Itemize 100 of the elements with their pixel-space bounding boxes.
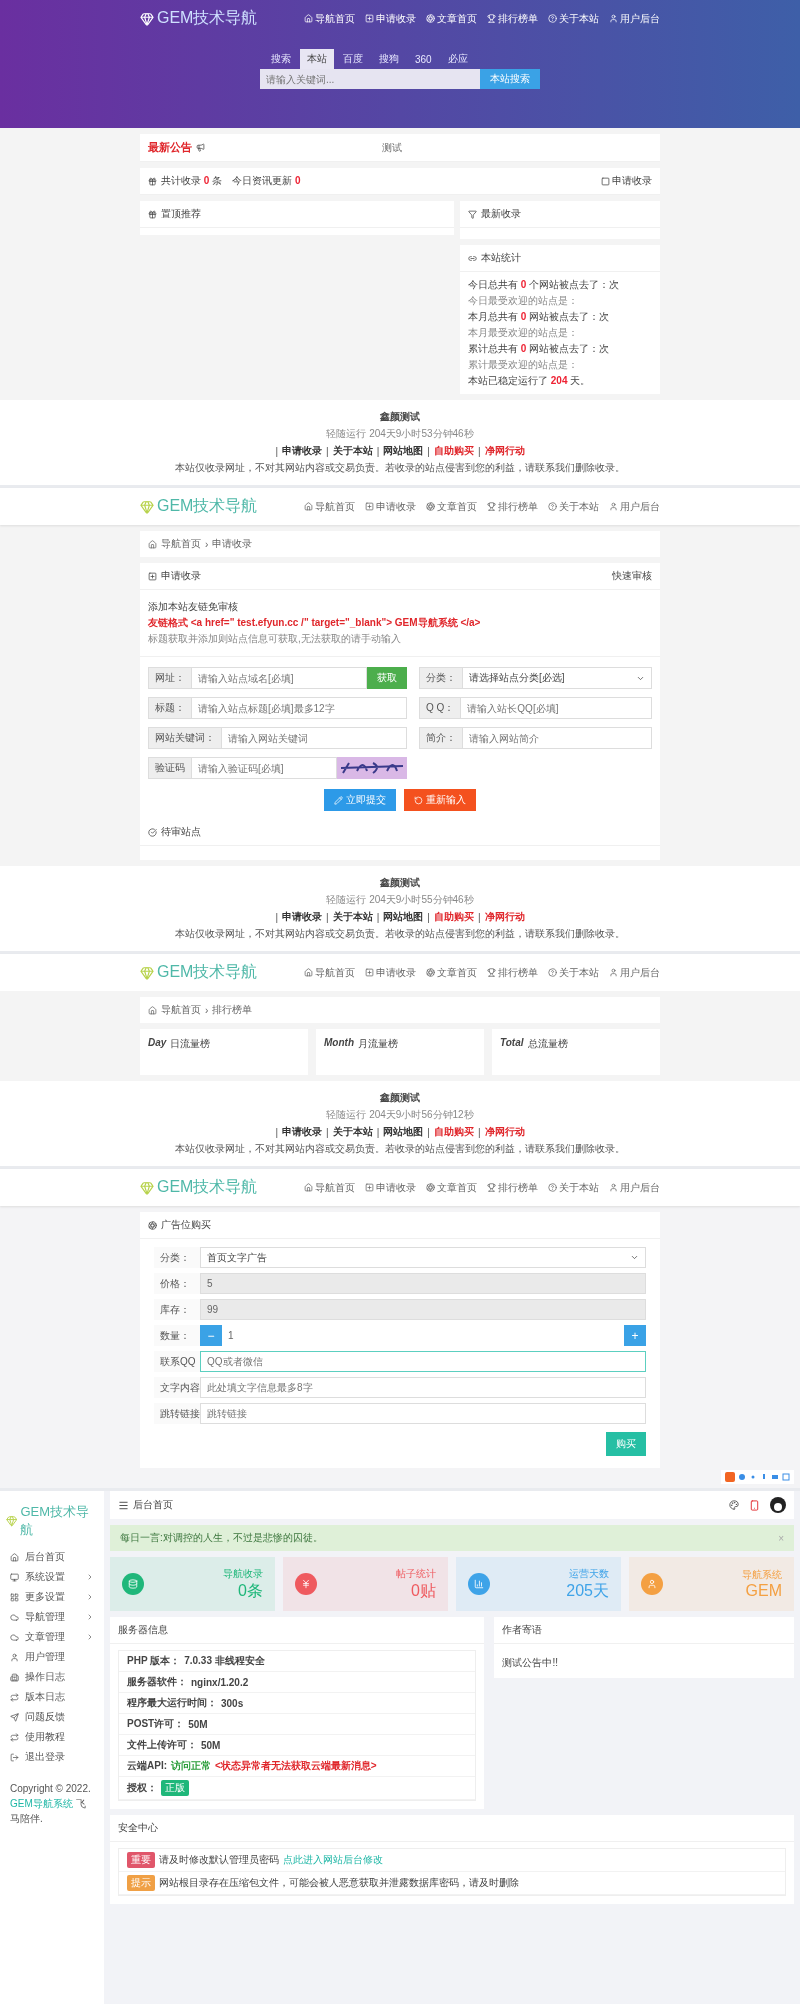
nav-link[interactable]: 关于本站 xyxy=(548,11,599,26)
megaphone-icon xyxy=(196,143,205,152)
footer-link[interactable]: 自助购买 xyxy=(433,1125,474,1139)
input-field[interactable]: 请输入站点域名[必填] xyxy=(191,667,367,689)
footer-link[interactable]: 网站地图 xyxy=(383,910,424,924)
separator-text: | xyxy=(376,1126,380,1138)
search-field[interactable]: 请输入关键词... xyxy=(260,69,480,89)
nav-link[interactable]: 导航首页 xyxy=(304,499,355,514)
breadcrumb-item[interactable]: 导航首页 xyxy=(161,1003,201,1017)
search-tab[interactable]: 搜索 xyxy=(264,49,298,69)
nav-link[interactable]: 文章首页 xyxy=(426,965,477,980)
search-tab[interactable]: 360 xyxy=(408,49,439,69)
nav-link[interactable]: 关于本站 xyxy=(548,965,599,980)
aperture-icon xyxy=(426,502,435,511)
disclaimer-text: 本站仅收录网址，不对其网站内容或交易负责。若收录的站点侵害到您的利益，请联系我们删除收录。 xyxy=(175,1142,625,1156)
site-logo: GEM技术导航 xyxy=(20,1503,91,1539)
footer-link[interactable]: 申请收录 xyxy=(282,444,323,458)
search-tab[interactable]: 本站 xyxy=(300,49,334,69)
footer-link[interactable]: 网站地图 xyxy=(383,1125,424,1139)
sidebar-item[interactable]: 更多设置 xyxy=(0,1587,104,1607)
nav-link[interactable]: 文章首页 xyxy=(426,1180,477,1195)
nav-link[interactable]: 导航首页 xyxy=(304,1180,355,1195)
uptime-text: 轻随运行 204天9小时56分钟12秒 xyxy=(326,1108,474,1122)
footer-link[interactable]: 净网行动 xyxy=(484,444,525,458)
nav-link[interactable]: 用户后台 xyxy=(609,499,660,514)
footer-link[interactable]: 自助购买 xyxy=(433,444,474,458)
footer-link[interactable]: 关于本站 xyxy=(332,1125,373,1139)
sidebar-item[interactable]: 用户管理 xyxy=(0,1647,104,1667)
nav-link[interactable]: 文章首页 xyxy=(426,499,477,514)
square-plus-icon xyxy=(365,14,374,23)
nav-link[interactable]: 导航首页 xyxy=(304,965,355,980)
footer-link[interactable]: 净网行动 xyxy=(484,1125,525,1139)
input-field[interactable]: QQ或者微信 xyxy=(200,1351,646,1372)
site-logo: GEM技术导航 xyxy=(157,1177,258,1197)
nav-link[interactable]: 排行榜单 xyxy=(487,11,538,26)
nav-link[interactable]: 导航首页 xyxy=(304,11,355,26)
input-field[interactable]: 请输入网站简介 xyxy=(462,727,652,749)
nav-link[interactable]: 用户后台 xyxy=(609,1180,660,1195)
input-field[interactable]: 跳转链接 xyxy=(200,1403,646,1424)
board-tag: Total xyxy=(500,1037,524,1067)
sidebar-item[interactable]: 操作日志 xyxy=(0,1667,104,1687)
select-field[interactable]: 首页文字广告 xyxy=(200,1247,646,1268)
readonly-field[interactable]: 99 xyxy=(200,1299,646,1320)
nav-link[interactable]: 文章首页 xyxy=(426,11,477,26)
footer-link[interactable]: 申请收录 xyxy=(282,910,323,924)
nav-link[interactable]: 申请收录 xyxy=(365,499,416,514)
footer-link[interactable]: 自助购买 xyxy=(433,910,474,924)
footer-link[interactable]: 关于本站 xyxy=(332,444,373,458)
help-icon xyxy=(548,1183,557,1192)
input-field[interactable]: 此处填文字信息最多8字 xyxy=(200,1377,646,1398)
breadcrumb-item[interactable]: 导航首页 xyxy=(161,537,201,551)
nav-link[interactable]: 申请收录 xyxy=(365,11,416,26)
palette-icon xyxy=(729,1500,739,1510)
phone-icon xyxy=(749,1499,760,1511)
quantity-field[interactable]: 1 xyxy=(222,1325,624,1346)
footer-link[interactable]: 净网行动 xyxy=(484,910,525,924)
nav-link[interactable]: 排行榜单 xyxy=(487,1180,538,1195)
nav-link[interactable]: 关于本站 xyxy=(548,1180,599,1195)
apply-link[interactable]: 申请收录 xyxy=(601,174,652,188)
reset-button[interactable]: 重新输入 xyxy=(404,789,476,811)
monitor-icon xyxy=(10,1572,19,1582)
nav-link[interactable]: 申请收录 xyxy=(365,965,416,980)
ime-logo-icon xyxy=(725,1472,735,1482)
footer-link[interactable]: 网站地图 xyxy=(383,444,424,458)
info-value: 50M xyxy=(201,1739,221,1751)
sidebar-item[interactable]: 退出登录 xyxy=(0,1747,104,1767)
input-field[interactable]: 请输入验证码[必填] xyxy=(191,757,337,779)
sidebar-item[interactable]: 问题反馈 xyxy=(0,1707,104,1727)
input-field[interactable]: 请输入站长QQ[必填] xyxy=(460,697,652,719)
nav-link[interactable]: 关于本站 xyxy=(548,499,599,514)
sidebar-item[interactable]: 后台首页 xyxy=(0,1547,104,1567)
nav-link[interactable]: 排行榜单 xyxy=(487,965,538,980)
user-icon xyxy=(609,14,618,23)
search-tab[interactable]: 搜狗 xyxy=(372,49,406,69)
footer-link[interactable]: 关于本站 xyxy=(332,910,373,924)
select-field[interactable]: 请选择站点分类[必选] xyxy=(462,667,652,689)
footer-link[interactable]: 申请收录 xyxy=(282,1125,323,1139)
footer-title: 鑫颜测试 xyxy=(380,410,420,424)
readonly-field[interactable]: 5 xyxy=(200,1273,646,1294)
search-tab[interactable]: 必应 xyxy=(440,49,475,69)
sidebar-item[interactable]: 版本日志 xyxy=(0,1687,104,1707)
nav-link[interactable]: 用户后台 xyxy=(609,965,660,980)
search-tab[interactable]: 百度 xyxy=(336,49,370,69)
input-field[interactable]: 请输入网站关键词 xyxy=(221,727,407,749)
intro-text: 友链格式 <a href=" test.efyun.cc /" target="_blank"> GEM导航系统 </a> xyxy=(148,616,482,630)
nav-link[interactable]: 用户后台 xyxy=(609,11,660,26)
sidebar-item[interactable]: 导航管理 xyxy=(0,1607,104,1627)
quick-review-link[interactable]: 快速审核 xyxy=(612,569,652,583)
stat-label: 帖子统计 xyxy=(396,1566,436,1581)
board-tag: Month xyxy=(324,1037,354,1067)
sidebar-item[interactable]: 使用教程 xyxy=(0,1727,104,1747)
field-label: 网址： xyxy=(148,667,191,689)
sidebar-item[interactable]: 文章管理 xyxy=(0,1627,104,1647)
separator-text: | xyxy=(376,445,380,457)
sidebar-item[interactable]: 系统设置 xyxy=(0,1567,104,1587)
nav-link[interactable]: 排行榜单 xyxy=(487,499,538,514)
input-field[interactable]: 请输入站点标题[必填]最多12字 xyxy=(191,697,407,719)
stat-line: 今日最受欢迎的站点是： xyxy=(468,294,579,308)
nav-link[interactable]: 申请收录 xyxy=(365,1180,416,1195)
panel-title: 作者寄语 xyxy=(502,1623,543,1637)
